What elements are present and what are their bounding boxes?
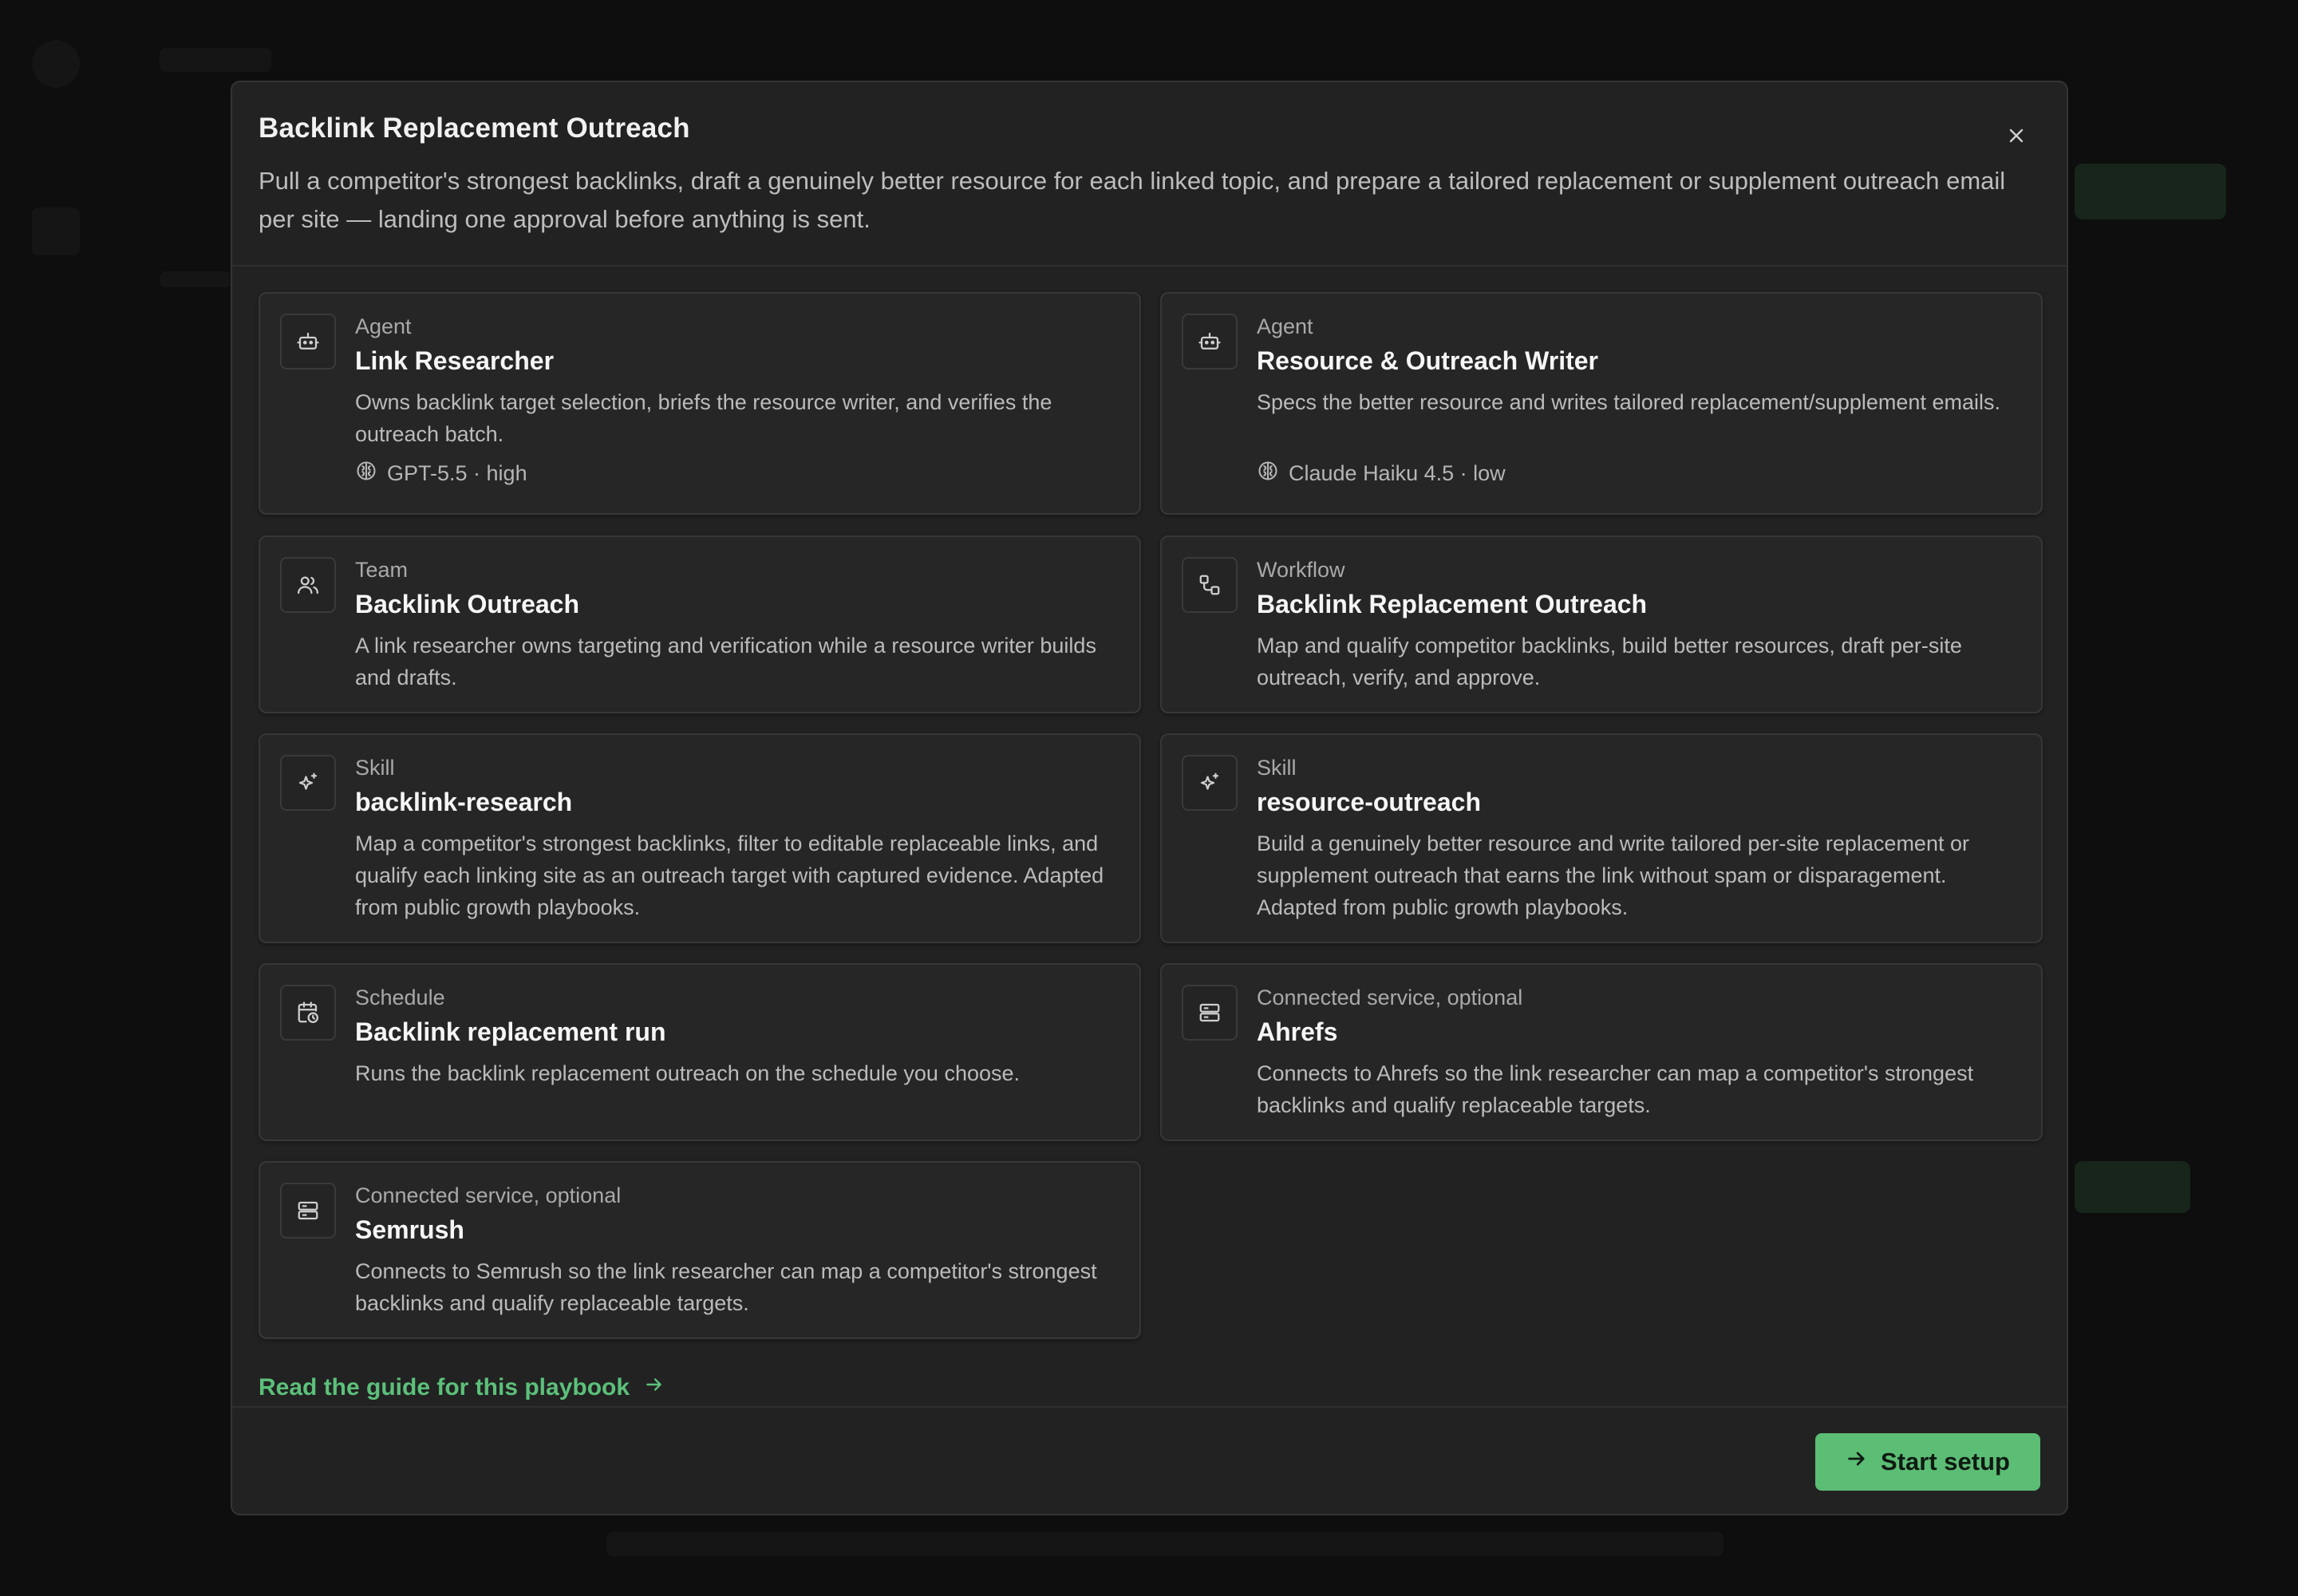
- modal-description: Pull a competitor's strongest backlinks,…: [259, 167, 2006, 233]
- model-label: Claude Haiku 4.5 · low: [1289, 461, 1506, 485]
- arrow-right-icon: [644, 1374, 665, 1401]
- guide-link-label: Read the guide for this playbook: [259, 1374, 630, 1400]
- card-schedule-backlink-run[interactable]: Schedule Backlink replacement run Runs t…: [259, 963, 1141, 1141]
- card-description: Specs the better resource and writes tai…: [1257, 390, 2000, 414]
- card-agent-resource-outreach-writer[interactable]: Agent Resource & Outreach Writer Specs t…: [1160, 292, 2043, 515]
- sparkles-icon: [1182, 755, 1238, 811]
- card-kind: Agent: [1257, 314, 1313, 338]
- card-skill-resource-outreach[interactable]: Skill resource-outreach Build a genuinel…: [1160, 733, 2043, 943]
- server-icon: [280, 1183, 336, 1238]
- card-kind: Schedule: [355, 986, 445, 1009]
- card-workflow-backlink-replacement[interactable]: Workflow Backlink Replacement Outreach M…: [1160, 535, 2043, 713]
- card-agent-link-researcher[interactable]: Agent Link Researcher Owns backlink targ…: [259, 292, 1141, 515]
- close-icon: [2007, 126, 2026, 149]
- card-description: Map a competitor's strongest backlinks, …: [355, 832, 1104, 919]
- card-description: Connects to Ahrefs so the link researche…: [1257, 1061, 1974, 1117]
- card-name: Backlink Outreach: [355, 590, 579, 618]
- card-kind: Connected service, optional: [355, 1183, 622, 1207]
- start-setup-label: Start setup: [1881, 1448, 2010, 1476]
- card-name: Backlink Replacement Outreach: [1257, 590, 1648, 618]
- card-description: Connects to Semrush so the link research…: [355, 1259, 1097, 1315]
- server-icon: [1182, 985, 1238, 1041]
- card-kind: Connected service, optional: [1257, 986, 1523, 1009]
- brain-icon: [355, 460, 377, 488]
- card-kind: Team: [355, 558, 409, 582]
- card-name: Ahrefs: [1257, 1017, 1338, 1046]
- card-kind: Skill: [1257, 756, 1297, 780]
- playbook-modal: Backlink Replacement Outreach Pull a com…: [231, 81, 2068, 1515]
- start-setup-button[interactable]: Start setup: [1815, 1433, 2040, 1491]
- robot-icon: [280, 314, 336, 369]
- modal-title: Backlink Replacement Outreach: [259, 113, 690, 144]
- card-name: backlink-research: [355, 788, 573, 816]
- users-icon: [280, 557, 336, 613]
- model-label: GPT-5.5 · high: [387, 461, 527, 485]
- card-skill-backlink-research[interactable]: Skill backlink-research Map a competitor…: [259, 733, 1141, 943]
- card-name: Link Researcher: [355, 346, 555, 375]
- card-kind: Agent: [355, 314, 412, 338]
- card-description: Map and qualify competitor backlinks, bu…: [1257, 634, 1962, 689]
- card-service-ahrefs[interactable]: Connected service, optional Ahrefs Conne…: [1160, 963, 2043, 1141]
- close-button[interactable]: [1996, 117, 2036, 157]
- calendar-clock-icon: [280, 985, 336, 1041]
- card-description: A link researcher owns targeting and ver…: [355, 634, 1096, 689]
- card-description: Runs the backlink replacement outreach o…: [355, 1061, 1021, 1085]
- card-model: Claude Haiku 4.5 · low: [1257, 460, 1506, 488]
- workflow-icon: [1182, 557, 1238, 613]
- arrow-right-icon: [1846, 1448, 1868, 1476]
- card-team-backlink-outreach[interactable]: Team Backlink Outreach A link researcher…: [259, 535, 1141, 713]
- card-kind: Skill: [355, 756, 395, 780]
- card-description: Build a genuinely better resource and wr…: [1257, 832, 1969, 919]
- robot-icon: [1182, 314, 1238, 369]
- modal-header: Backlink Replacement Outreach Pull a com…: [232, 82, 2067, 267]
- card-service-semrush[interactable]: Connected service, optional Semrush Conn…: [259, 1161, 1141, 1339]
- card-name: Backlink replacement run: [355, 1017, 666, 1046]
- card-name: Resource & Outreach Writer: [1257, 346, 1598, 375]
- footer-divider: [232, 1406, 2067, 1408]
- guide-link[interactable]: Read the guide for this playbook: [259, 1374, 665, 1401]
- card-name: Semrush: [355, 1215, 464, 1244]
- card-kind: Workflow: [1257, 558, 1345, 582]
- card-name: resource-outreach: [1257, 788, 1481, 816]
- card-description: Owns backlink target selection, briefs t…: [355, 390, 1052, 446]
- brain-icon: [1257, 460, 1279, 488]
- sparkles-icon: [280, 755, 336, 811]
- card-model: GPT-5.5 · high: [355, 460, 527, 488]
